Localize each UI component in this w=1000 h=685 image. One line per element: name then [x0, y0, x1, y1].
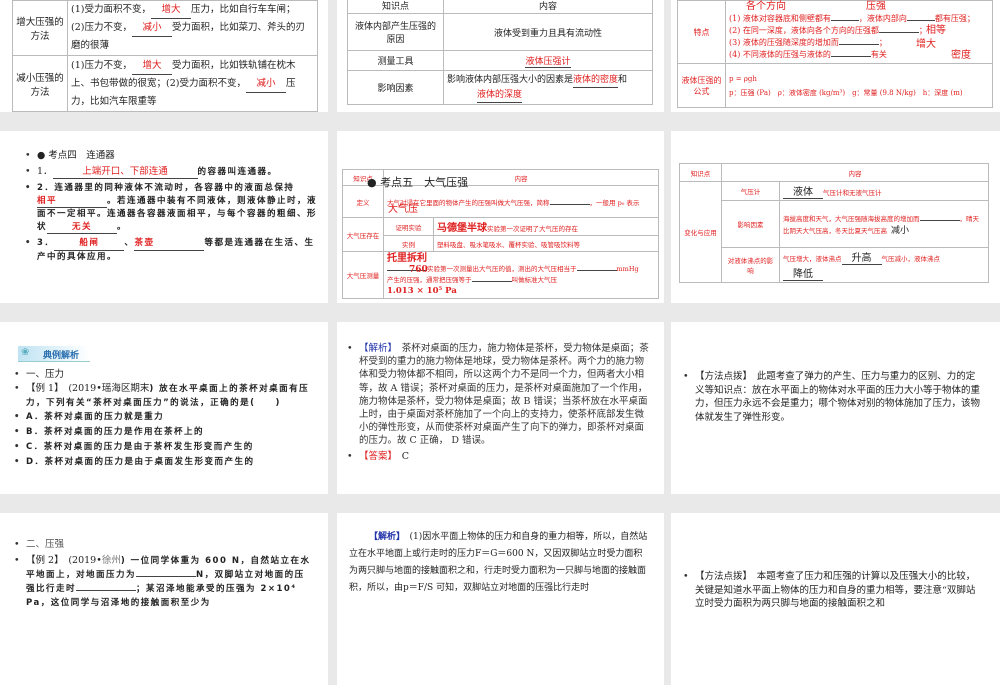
slide-text: 【解析】 茶杯对桌面的压力，施力物体是茶杯，受力物体是桌面；茶杯受到的重力的施力…: [347, 342, 649, 463]
row-content: p = ρgh p：压强 (Pa) ρ：液体密度 (kg/m³) g：常量 (9.…: [725, 63, 993, 108]
header-cell: 知识点: [679, 163, 722, 182]
slide-thumbnail-7[interactable]: ❀ 典例解析 一、压力 【例 1】 (2019•瑶海区期末) 放在水平桌面上的茶…: [0, 322, 328, 494]
section-title: ● 考点五 大气压强: [367, 176, 469, 189]
slide-thumbnail-4[interactable]: ● 考点四 连通器 1．上端开口、下部连通的容器叫连通器。 2．连通器里的同种液…: [0, 131, 328, 303]
slide-thumbnail-2[interactable]: 知识点 内容 液体内部产生压强的原因 液体受到重力且具有流动性 测量工具 液体压强计 …: [337, 0, 664, 112]
slide-thumbnail-5[interactable]: 知识点 内容 定义 大气对浸在它里面的物体产生的压强叫做大气压强，简称 ，一般用 p₀…: [337, 131, 664, 303]
slide-thumbnail-3[interactable]: 特点 (1) 液体对容器底和侧壁都有 ，液体内部向 都有压强； (2) 在同一深度，…: [671, 0, 1000, 112]
slide-text: 【方法点拨】 本题考查了压力和压强的计算以及压强大小的比较，关键是知道水平面上物…: [683, 570, 983, 611]
slide-thumbnail-1[interactable]: 增大压强的方法 (1)受力面积不变， 增大 压力，比如自行车车闸； (2)压力不变，减…: [0, 0, 328, 112]
row-label: 液体压强的公式: [677, 63, 726, 108]
slide-thumbnail-11[interactable]: 【解析】 (1)因水平面上物体的压力和自身的重力相等，所以，自然站立在水平地面上…: [337, 513, 664, 685]
row-label: 特点: [677, 0, 726, 64]
row-label: 影响因素: [721, 200, 780, 248]
slide-text: ● 考点四 连通器 1．上端开口、下部连通的容器叫连通器。 2．连通器里的同种液…: [25, 150, 320, 263]
slide-text: 一、压力 【例 1】 (2019•瑶海区期末) 放在水平桌面上的茶杯对桌面有压力…: [14, 367, 314, 470]
row-label: 大气压测量: [342, 251, 384, 299]
flower-icon: ❀: [21, 347, 30, 358]
row-content: 马德堡半球实验第一次证明了大气压的存在: [433, 217, 659, 236]
row-label: 实例: [383, 235, 434, 252]
slide-text: 【方法点拨】 此题考查了弹力的产生、压力与重力的区别、力的定义等知识点：放在水平…: [683, 370, 983, 424]
slide-thumbnail-6[interactable]: 知识点 内容 变化与应用 气压计 液体 气压计和无液气压计 影响因素 海拔高度和天气，大气…: [671, 131, 1000, 303]
row-label: 气压计: [721, 181, 780, 201]
row-content: (1) 液体对容器底和侧壁都有 ，液体内部向 都有压强； (2) 在同一深度，液体向…: [725, 0, 993, 64]
row-label: 测量工具: [347, 50, 444, 71]
answer: 760: [409, 265, 428, 275]
slide-thumbnail-12[interactable]: 【方法点拨】 本题考查了压力和压强的计算以及压强大小的比较，关键是知道水平面上物…: [671, 513, 1000, 685]
header-cell: 内容: [721, 163, 989, 182]
row-label: 大气压存在: [342, 217, 384, 252]
row-label: 液体内部产生压强的原因: [347, 13, 444, 51]
row-content: 大气对浸在它里面的物体产生的压强叫做大气压强，简称 ，一般用 p₀ 表示 大气压: [383, 185, 659, 218]
row-content: (1)压力不变， 增大 受力面积，比如铁轨铺在枕木上、书包带做的很宽；(2)受力面积…: [67, 55, 318, 112]
row-content: 液体受到重力且具有流动性: [443, 13, 653, 51]
row-label: 影响因素: [347, 70, 444, 105]
row-content: 塑料吸盘、吸水笔吸水、覆杯实验、吸管吸饮料等: [433, 235, 659, 252]
row-content: 海拔高度和天气，大气压强随海拔高度的增加而 ，晴天比阴天大气压高，冬天比夏天气压高…: [779, 200, 989, 248]
answer: 液体压强计: [525, 54, 571, 68]
row-label: 增大压强的方法: [12, 0, 68, 56]
row-content: (1)受力面积不变， 增大 压力，比如自行车车闸； (2)压力不变， 减小 受力面积，比如…: [67, 0, 318, 56]
row-label: 定义: [342, 185, 384, 218]
row-content: 气压增大，液体沸点 升高 气压减小，液体沸点 降低: [779, 247, 989, 283]
liquid-features-table: 特点 (1) 液体对容器底和侧壁都有 ，液体内部向 都有压强； (2) 在同一深度，…: [677, 0, 993, 108]
section-title: ● 考点四 连通器: [25, 150, 320, 163]
row-content: 液体 气压计和无液气压计: [779, 181, 989, 201]
row-label: 减小压强的方法: [12, 55, 68, 112]
slide-text: 二、压强 【例 2】 (2019•徐州) 一位同学体重为 600 N，自然站立在…: [14, 538, 314, 610]
slide-thumbnail-10[interactable]: 二、压强 【例 2】 (2019•徐州) 一位同学体重为 600 N，自然站立在…: [0, 513, 328, 685]
header-cell: 内容: [443, 0, 653, 14]
slide-thumbnail-9[interactable]: 【方法点拨】 此题考查了弹力的产生、压力与重力的区别、力的定义等知识点：放在水平…: [671, 322, 1000, 494]
row-label: 证明实验: [383, 217, 434, 236]
row-content: 托里拆利 实验第一次测量出大气压的值，测出的大气压相当于 mmHg 产生的压强，通…: [383, 251, 659, 299]
atmospheric-application-table: 知识点 内容 变化与应用 气压计 液体 气压计和无液气压计 影响因素 海拔高度和天气，大气…: [679, 163, 989, 283]
liquid-pressure-table: 知识点 内容 液体内部产生压强的原因 液体受到重力且具有流动性 测量工具 液体压强计 …: [347, 0, 653, 105]
header-cell: 知识点: [347, 0, 444, 14]
row-content: 影响液体内部压强大小的因素是液体的密度和 液体的深度: [443, 70, 653, 105]
pressure-methods-table: 增大压强的方法 (1)受力面积不变， 增大 压力，比如自行车车闸； (2)压力不变，减…: [12, 0, 318, 112]
example-banner: ❀ 典例解析: [18, 346, 90, 362]
row-label: 变化与应用: [679, 181, 722, 283]
row-label: 对液体沸点的影响: [721, 247, 780, 283]
slide-thumbnail-8[interactable]: 【解析】 茶杯对桌面的压力，施力物体是茶杯，受力物体是桌面；茶杯受到的重力的施力…: [337, 322, 664, 494]
slide-text: 【解析】 (1)因水平面上物体的压力和自身的重力相等，所以，自然站立在水平地面上…: [349, 532, 648, 593]
